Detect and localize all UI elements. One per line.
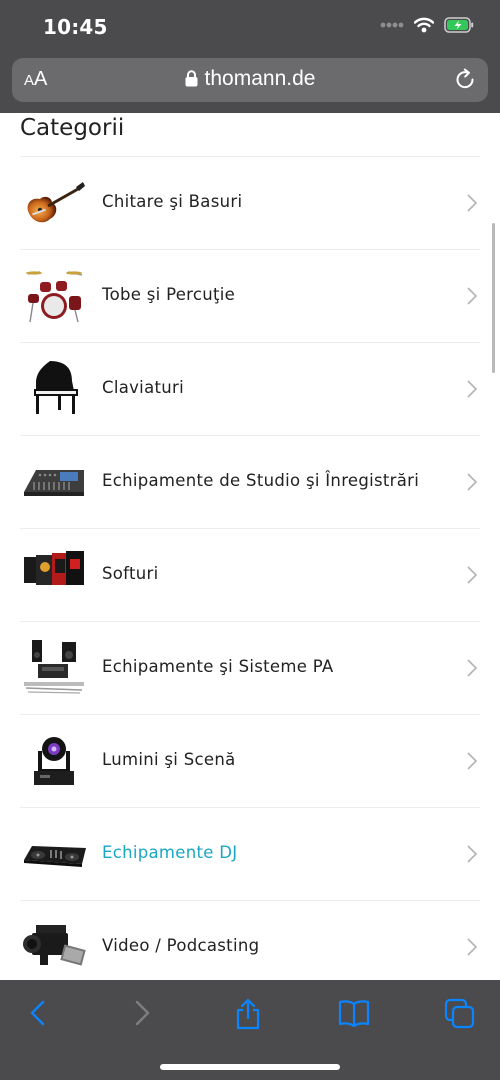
- chevron-right-icon: [467, 752, 478, 770]
- grand-piano-thumbnail: [34, 361, 78, 414]
- mixing-console-thumbnail: [24, 470, 84, 496]
- category-label: Echipamente DJ: [102, 843, 238, 862]
- category-row[interactable]: Echipamente DJ: [20, 807, 480, 900]
- category-row[interactable]: Tobe şi Percuţie: [20, 249, 480, 342]
- category-label: Echipamente de Studio şi Înregistrări: [102, 471, 420, 490]
- category-row[interactable]: Echipamente şi Sisteme PA: [20, 621, 480, 714]
- chevron-right-icon: [467, 287, 478, 305]
- chevron-right-icon: [467, 380, 478, 398]
- category-list: Chitare şi Basuri Tobe şi Percuţie Clavi…: [20, 156, 480, 980]
- category-label: Video / Podcasting: [102, 936, 260, 955]
- video-camera-thumbnail: [23, 925, 86, 966]
- category-label: Lumini şi Scenă: [102, 750, 236, 769]
- forward-icon[interactable]: [132, 998, 152, 1028]
- category-row[interactable]: Video / Podcasting: [20, 900, 480, 980]
- status-icons: [380, 17, 474, 33]
- chevron-right-icon: [467, 938, 478, 956]
- battery-charging-icon: [444, 17, 474, 33]
- status-time: 10:45: [43, 15, 108, 39]
- chevron-right-icon: [467, 845, 478, 863]
- category-label: Chitare şi Basuri: [102, 192, 243, 211]
- home-indicator[interactable]: [160, 1064, 340, 1070]
- back-icon[interactable]: [28, 998, 48, 1028]
- url-text: thomann.de: [204, 67, 316, 90]
- lock-icon: [185, 70, 198, 87]
- drumkit-thumbnail: [26, 271, 83, 323]
- category-row[interactable]: Softuri: [20, 528, 480, 621]
- url-field[interactable]: thomann.de: [12, 67, 488, 91]
- browser-top-bar: 10:45 AA thomann.de: [0, 0, 500, 113]
- category-label: Softuri: [102, 564, 159, 583]
- category-row[interactable]: Chitare şi Basuri: [20, 156, 480, 249]
- chevron-right-icon: [467, 659, 478, 677]
- page-heading: Categorii: [20, 115, 125, 141]
- page-scrollbar[interactable]: [492, 223, 495, 373]
- pa-speakers-thumbnail: [24, 640, 84, 694]
- category-label: Claviaturi: [102, 378, 184, 397]
- web-content: Categorii Chitare şi Basuri Tobe şi Perc…: [0, 113, 500, 980]
- software-boxes-thumbnail: [24, 551, 84, 585]
- tabs-icon[interactable]: [444, 998, 476, 1030]
- bookmarks-icon[interactable]: [338, 998, 370, 1028]
- dj-controller-thumbnail: [24, 846, 86, 867]
- category-label: Tobe şi Percuţie: [102, 285, 236, 304]
- chevron-right-icon: [467, 473, 478, 491]
- reload-icon[interactable]: [455, 68, 477, 92]
- category-label: Echipamente şi Sisteme PA: [102, 657, 334, 676]
- moving-head-light-thumbnail: [34, 737, 74, 785]
- category-row[interactable]: Claviaturi: [20, 342, 480, 435]
- wifi-icon: [414, 17, 434, 33]
- signal-dots-icon: [380, 22, 404, 28]
- address-bar[interactable]: AA thomann.de: [12, 58, 488, 102]
- guitar-thumbnail: [27, 182, 85, 223]
- chevron-right-icon: [467, 566, 478, 584]
- category-row[interactable]: Lumini şi Scenă: [20, 714, 480, 807]
- chevron-right-icon: [467, 194, 478, 212]
- share-icon[interactable]: [234, 998, 262, 1030]
- category-row[interactable]: Echipamente de Studio şi Înregistrări: [20, 435, 480, 528]
